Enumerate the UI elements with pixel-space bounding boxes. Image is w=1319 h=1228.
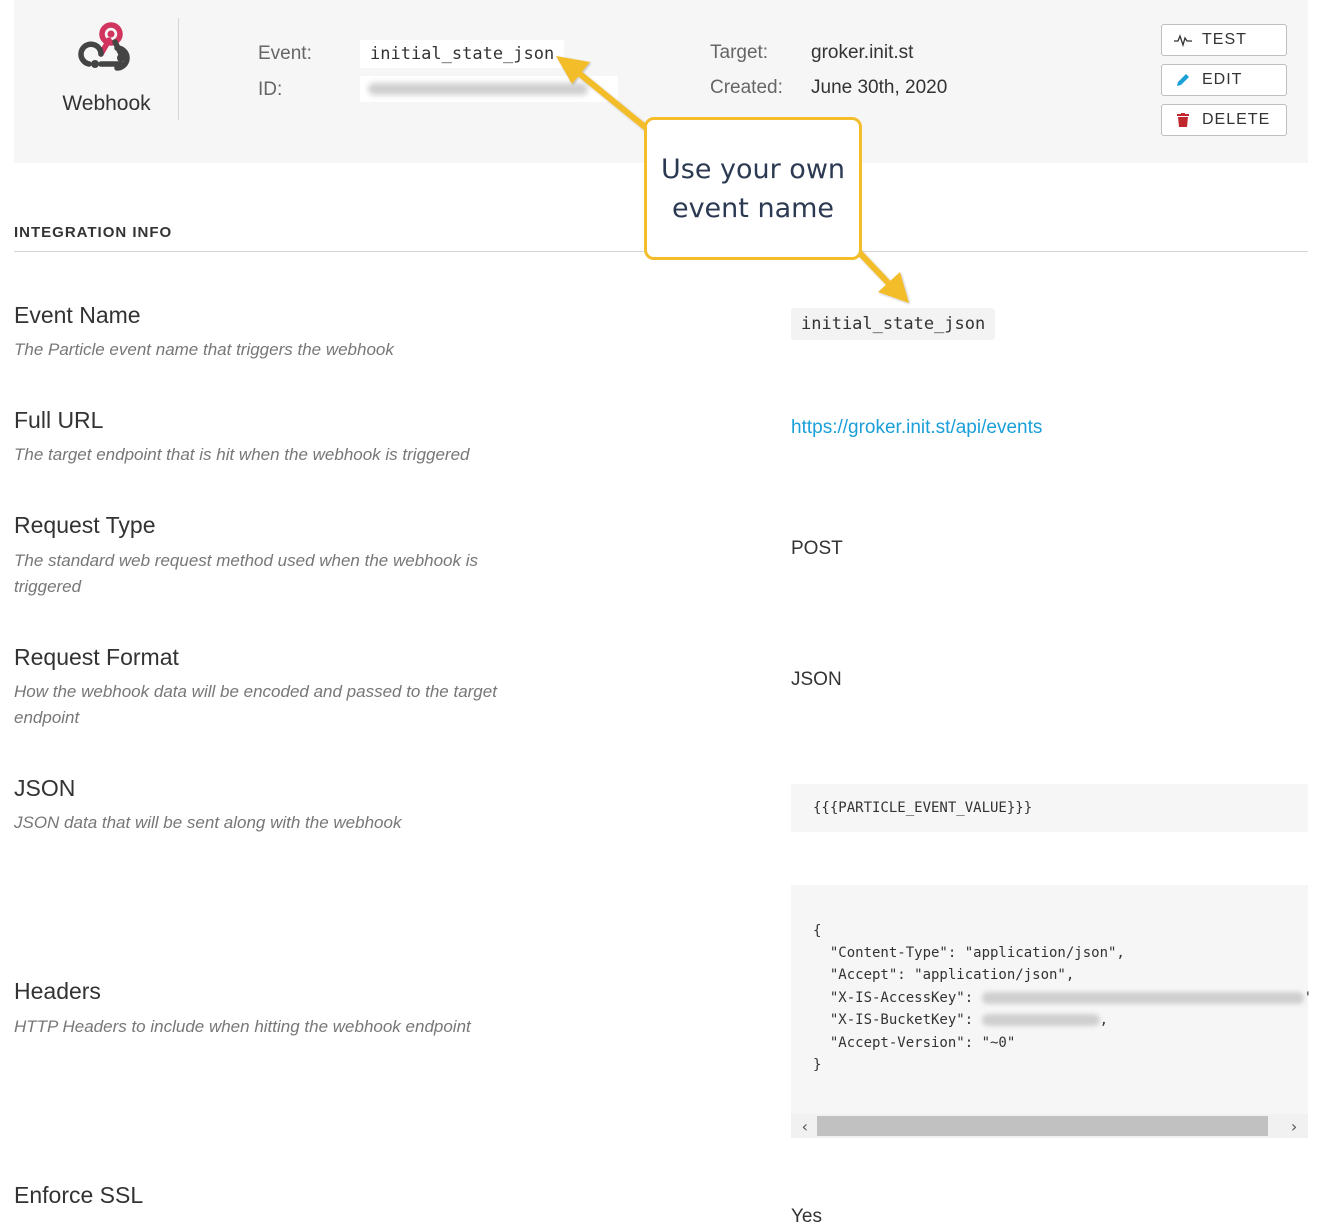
bucket-key-redacted (981, 1014, 1100, 1026)
headers-line: "Accept": "application/json", (813, 967, 1075, 983)
created-label: Created: (710, 77, 783, 98)
request-type-value: POST (791, 538, 843, 559)
test-button-label: TEST (1202, 31, 1247, 48)
event-name-value: initial_state_json (791, 308, 996, 340)
callout-line-2: event name (671, 192, 835, 224)
scrollbar-thumb[interactable] (817, 1116, 1268, 1136)
section-title: INTEGRATION INFO (14, 224, 173, 241)
request-format-value: JSON (791, 669, 842, 690)
headers-code-block[interactable]: { "Content-Type": "application/json", "A… (791, 885, 1312, 1138)
request-format-desc: How the webhook data will be encoded and… (14, 682, 497, 727)
created-value: June 30th, 2020 (811, 77, 948, 98)
test-button[interactable]: TEST (1161, 24, 1287, 56)
pulse-icon (1174, 31, 1192, 49)
id-label: ID: (258, 79, 283, 100)
event-name-title: Event Name (14, 302, 141, 328)
json-code-value: {{{PARTICLE_EVENT_VALUE}}} (813, 800, 1033, 816)
id-value-redacted (360, 76, 618, 102)
headers-desc: HTTP Headers to include when hitting the… (14, 1017, 471, 1036)
json-desc: JSON data that will be sent along with t… (14, 813, 402, 832)
headers-line: { (813, 923, 822, 939)
request-format-title: Request Format (14, 644, 179, 670)
event-value: initial_state_json (360, 40, 565, 68)
enforce-ssl-title: Enforce SSL (14, 1182, 144, 1208)
request-type-desc: The standard web request method used whe… (14, 551, 479, 596)
logo-label: Webhook (62, 92, 151, 115)
headers-line: } (813, 1057, 822, 1073)
event-label: Event: (258, 43, 312, 64)
request-type-title: Request Type (14, 512, 156, 538)
delete-button-label: DELETE (1202, 111, 1271, 128)
full-url-title: Full URL (14, 407, 104, 433)
webhook-icon (77, 22, 130, 71)
scroll-right-icon[interactable]: › (1282, 1114, 1306, 1138)
header-divider (178, 18, 179, 120)
webhook-logo: Webhook (34, 18, 179, 116)
scroll-left-icon[interactable]: ‹ (793, 1114, 817, 1138)
trash-icon (1174, 111, 1192, 129)
pencil-icon (1174, 71, 1192, 89)
edit-button[interactable]: EDIT (1161, 64, 1287, 96)
full-url-desc: The target endpoint that is hit when the… (14, 445, 470, 464)
headers-title: Headers (14, 978, 101, 1004)
headers-line: "Accept-Version": "~0" (813, 1035, 1016, 1051)
callout-line-1: Use your own (660, 153, 846, 185)
enforce-ssl-value: Yes (791, 1206, 822, 1227)
headers-line-bucket-key: "X-IS-BucketKey": , (813, 1012, 1109, 1028)
headers-line: "Content-Type": "application/json", (813, 945, 1125, 961)
json-code-block: {{{PARTICLE_EVENT_VALUE}}} (791, 784, 1308, 832)
event-name-desc: The Particle event name that triggers th… (14, 340, 394, 359)
delete-button[interactable]: DELETE (1161, 104, 1287, 136)
access-key-redacted (981, 992, 1304, 1004)
horizontal-scrollbar[interactable]: ‹ › (791, 1114, 1308, 1138)
target-value: groker.init.st (811, 42, 914, 63)
json-title: JSON (14, 775, 76, 801)
full-url-link[interactable]: https://groker.init.st/api/events (791, 417, 1042, 439)
edit-button-label: EDIT (1202, 71, 1243, 88)
target-label: Target: (710, 42, 769, 63)
annotation-callout: Use your own event name (644, 117, 862, 260)
headers-line-access-key: "X-IS-AccessKey": ' (813, 990, 1313, 1006)
